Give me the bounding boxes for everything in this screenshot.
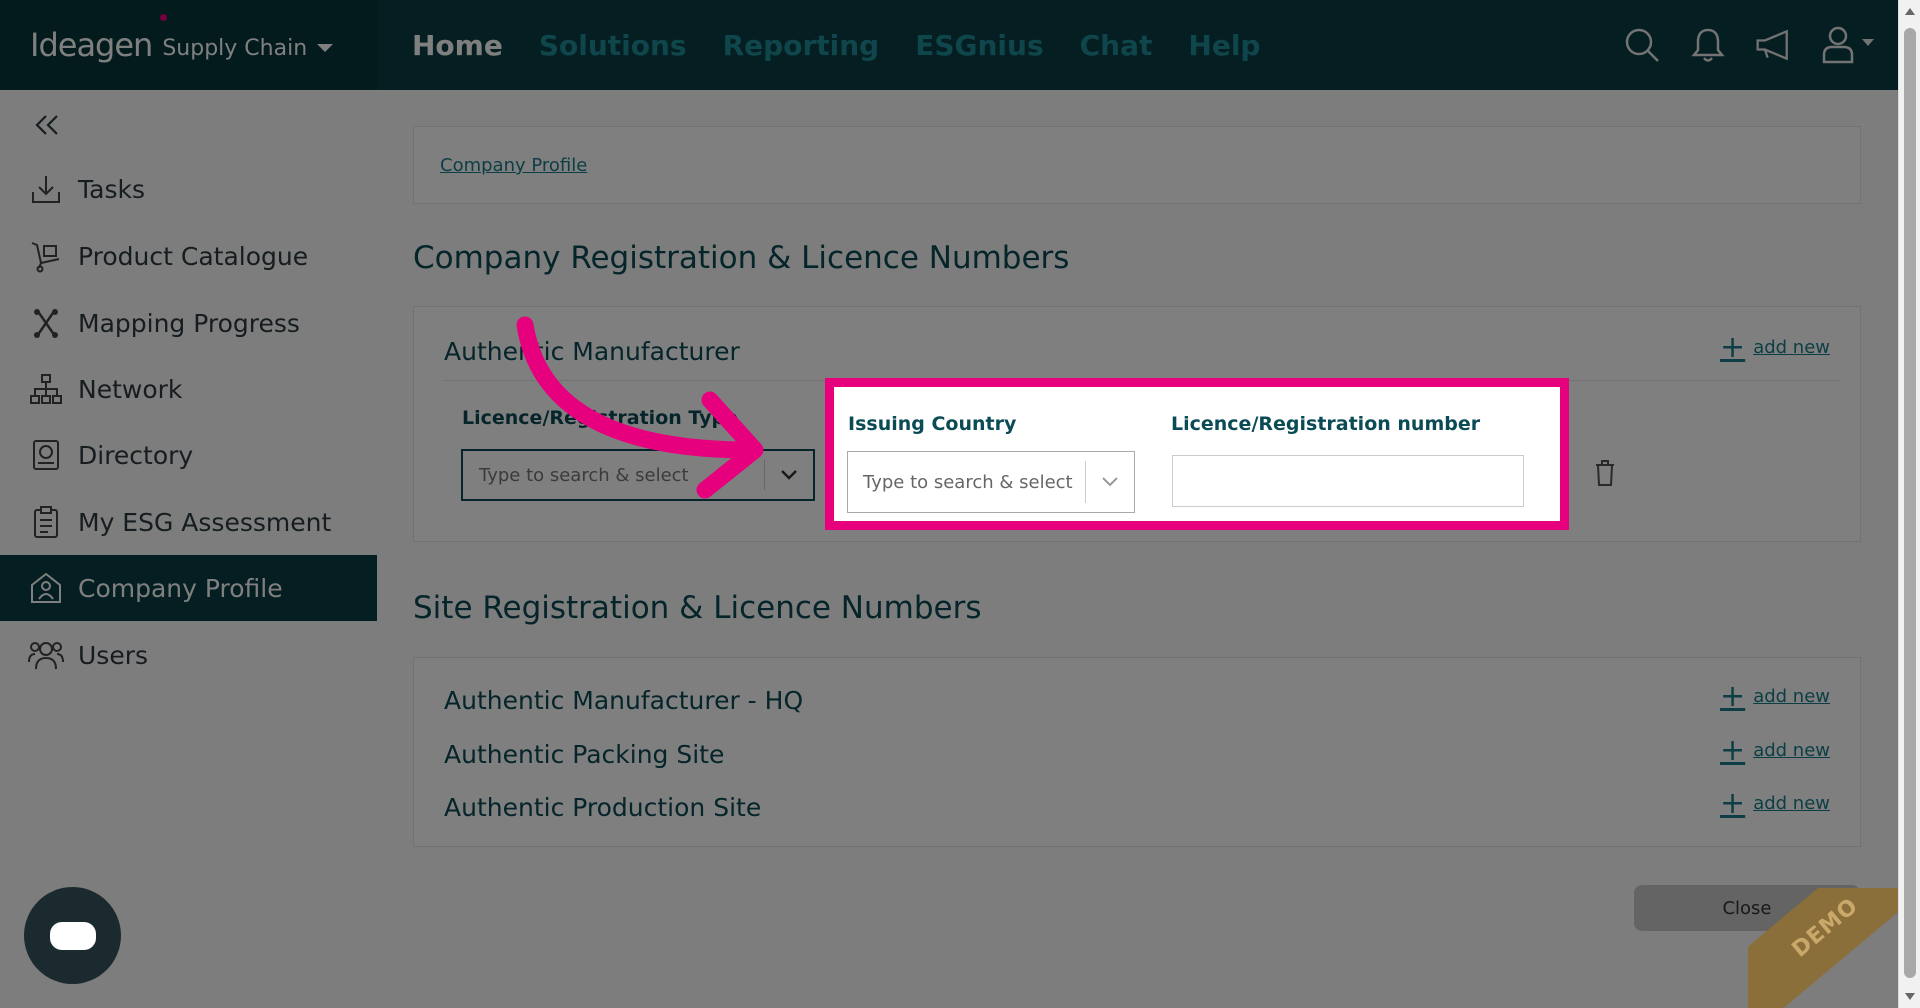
plus-icon: + — [1720, 732, 1746, 768]
site-section-title: Site Registration & Licence Numbers — [413, 590, 982, 626]
scrollbar-thumb[interactable] — [1904, 28, 1916, 978]
top-icons — [1622, 0, 1880, 90]
chevron-down-icon[interactable] — [765, 469, 813, 481]
caret-down-icon — [317, 44, 334, 52]
users-icon — [28, 637, 64, 673]
breadcrumb: Company Profile — [413, 126, 1861, 204]
sidebar-item-my-esg-assessment[interactable]: My ESG Assessment — [0, 489, 377, 555]
nav-chat[interactable]: Chat — [1080, 29, 1153, 62]
company-name: Authentic Manufacturer — [444, 337, 740, 366]
nav-reporting[interactable]: Reporting — [723, 29, 880, 62]
trash-icon[interactable] — [1594, 459, 1616, 492]
nav-solutions[interactable]: Solutions — [539, 29, 687, 62]
licence-number-label: Licence/Registration number — [1171, 413, 1481, 435]
add-new-site-licence-link[interactable]: + add new — [1720, 678, 1830, 714]
sidebar-item-tasks[interactable]: Tasks — [0, 156, 377, 222]
network-icon — [28, 371, 64, 407]
directory-icon — [28, 437, 64, 473]
download-tray-icon — [28, 171, 64, 207]
site-registration-card: Authentic Manufacturer - HQ + add new Au… — [413, 657, 1861, 847]
brand-product-name: Supply Chain — [162, 35, 308, 61]
main-nav: Home Solutions Reporting ESGnius Chat He… — [412, 0, 1260, 90]
site-name: Authentic Production Site — [444, 793, 762, 822]
clipboard-icon — [28, 504, 64, 540]
plus-icon: + — [1720, 678, 1746, 714]
nav-help[interactable]: Help — [1188, 29, 1260, 62]
trolley-icon — [28, 238, 64, 274]
logo-dot — [160, 14, 167, 21]
sidebar-item-company-profile[interactable]: Company Profile — [0, 555, 377, 621]
site-name: Authentic Manufacturer - HQ — [444, 686, 804, 715]
site-name: Authentic Packing Site — [444, 740, 725, 769]
mapping-icon — [28, 305, 64, 341]
bell-icon[interactable] — [1688, 25, 1728, 65]
company-section-title: Company Registration & Licence Numbers — [413, 240, 1070, 276]
licence-type-label: Licence/Registration Type — [462, 407, 738, 429]
main-content: Company Profile Company Registration & L… — [377, 90, 1897, 1008]
sidebar-item-mapping-progress[interactable]: Mapping Progress — [0, 290, 377, 356]
search-icon[interactable] — [1622, 25, 1662, 65]
chat-bubble-icon — [49, 921, 96, 950]
breadcrumb-company-profile-link[interactable]: Company Profile — [440, 155, 587, 176]
close-button[interactable]: Close — [1634, 885, 1860, 931]
scroll-up-icon[interactable] — [1905, 8, 1915, 15]
company-icon — [28, 570, 64, 606]
megaphone-icon[interactable] — [1754, 25, 1794, 65]
chevron-down-icon[interactable] — [1086, 476, 1134, 488]
nav-home[interactable]: Home — [412, 29, 503, 62]
licence-type-select[interactable]: Type to search & select — [461, 449, 815, 501]
scrollbar[interactable] — [1898, 0, 1920, 1008]
sidebar-item-directory[interactable]: Directory — [0, 422, 377, 488]
licence-number-input[interactable] — [1172, 455, 1524, 507]
sidebar: Tasks Product Catalogue Mapping Progress… — [0, 90, 377, 1008]
top-bar: Ideagen Supply Chain Home Solutions Repo… — [0, 0, 1920, 90]
issuing-country-label: Issuing Country — [848, 413, 1017, 435]
sidebar-item-network[interactable]: Network — [0, 356, 377, 422]
issuing-country-select[interactable]: Type to search & select — [847, 451, 1135, 513]
plus-icon: + — [1720, 785, 1746, 821]
add-new-company-licence-link[interactable]: + add new — [1720, 329, 1830, 365]
collapse-sidebar-icon[interactable] — [30, 108, 64, 142]
brand-switcher[interactable]: Ideagen Supply Chain — [0, 0, 377, 90]
nav-esgnius[interactable]: ESGnius — [915, 29, 1043, 62]
add-new-site-licence-link[interactable]: + add new — [1720, 785, 1830, 821]
sidebar-item-users[interactable]: Users — [0, 622, 377, 688]
sidebar-item-product-catalogue[interactable]: Product Catalogue — [0, 223, 377, 289]
highlight-frame: Issuing Country Licence/Registration num… — [825, 378, 1569, 530]
brand-logo: Ideagen — [30, 26, 153, 64]
add-new-site-licence-link[interactable]: + add new — [1720, 732, 1830, 768]
chat-launcher-button[interactable] — [24, 887, 121, 984]
user-icon[interactable] — [1820, 25, 1880, 65]
plus-icon: + — [1720, 329, 1746, 365]
scroll-down-icon[interactable] — [1905, 993, 1915, 1000]
